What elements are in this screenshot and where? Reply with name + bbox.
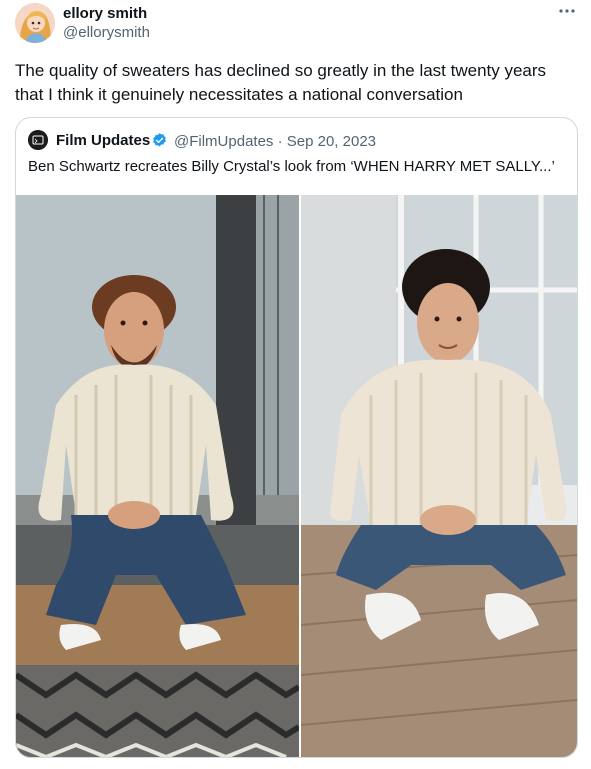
more-horizontal-icon[interactable] xyxy=(557,1,577,26)
tweet-text: The quality of sweaters has declined so … xyxy=(15,61,547,104)
quoted-author-name[interactable]: Film Updates xyxy=(56,132,150,149)
verified-badge-icon xyxy=(151,132,168,149)
author-handle[interactable]: @ellorysmith xyxy=(63,24,150,41)
quoted-meta: @FilmUpdates · Sep 20, 2023 xyxy=(174,133,376,150)
quoted-tweet[interactable]: Film Updates @FilmUpdates · Sep 20, 2023… xyxy=(15,117,578,758)
author-name[interactable]: ellory smith xyxy=(63,5,147,22)
quoted-text: Ben Schwartz recreates Billy Crystal’s l… xyxy=(28,158,555,175)
quoted-media[interactable] xyxy=(16,195,577,757)
photo-right[interactable] xyxy=(301,195,577,757)
meta-separator: · xyxy=(277,133,283,150)
photo-left[interactable] xyxy=(16,195,299,757)
quoted-date[interactable]: Sep 20, 2023 xyxy=(287,133,376,150)
quoted-avatar[interactable] xyxy=(28,130,48,150)
avatar[interactable] xyxy=(15,3,55,43)
quoted-handle[interactable]: @FilmUpdates xyxy=(174,133,273,150)
